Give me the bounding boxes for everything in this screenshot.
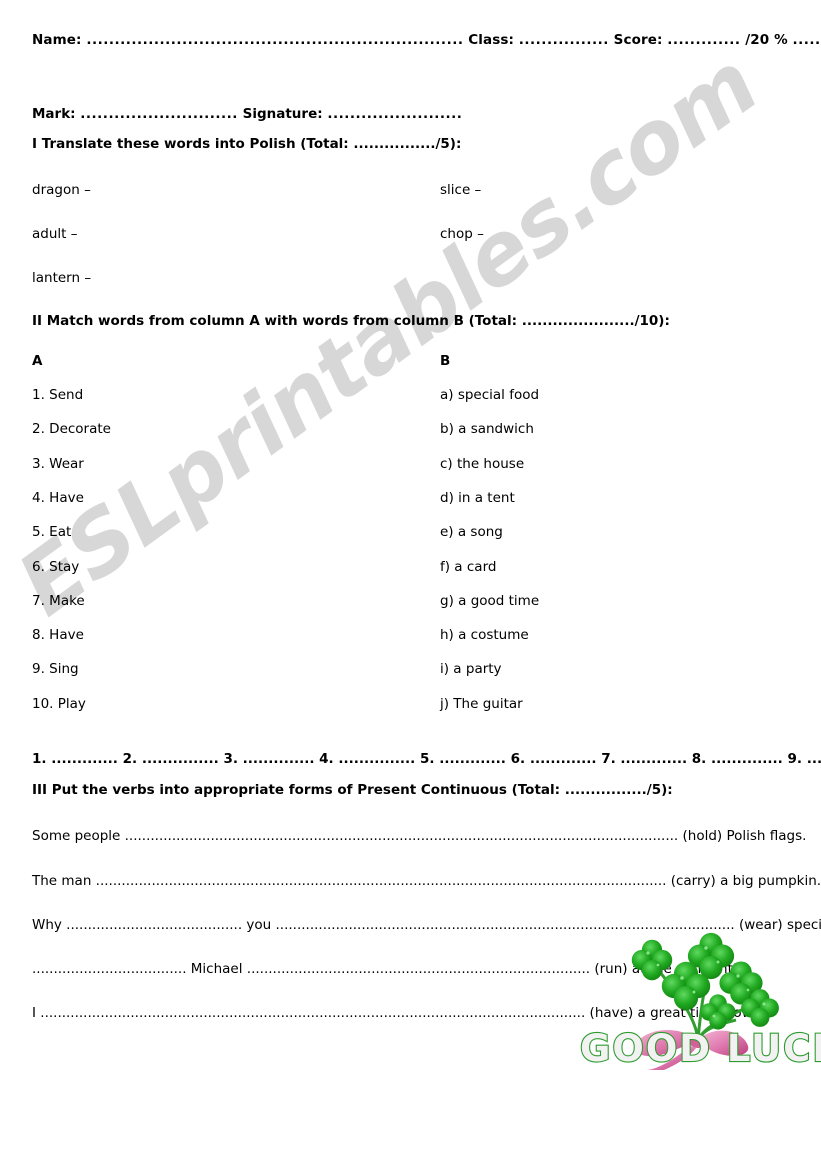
mark-label: Mark: (32, 106, 76, 122)
list-item: 8. Have (32, 627, 84, 643)
signature-blank[interactable]: ........................ (327, 106, 462, 122)
vocab-word-left-2: adult – (32, 226, 78, 242)
section-2-heading: II Match words from column A with words … (32, 313, 670, 329)
list-item: 3. Wear (32, 456, 84, 472)
score-max: /20 % (745, 32, 788, 48)
gapfill-sentence[interactable]: The man ................................… (32, 873, 821, 889)
list-item: c) the house (440, 456, 525, 472)
list-item: 4. Have (32, 490, 84, 506)
section-1-heading: I Translate these words into Polish (Tot… (32, 136, 462, 152)
list-item: b) a sandwich (440, 421, 534, 437)
list-item: 7. Make (32, 593, 85, 609)
score-label: Score: (613, 32, 663, 48)
vocab-word-left-1: dragon – (32, 182, 91, 198)
list-item: 9. Sing (32, 661, 79, 677)
gapfill-sentence[interactable]: Some people ............................… (32, 828, 806, 844)
percent-blank[interactable]: ................ (793, 32, 821, 48)
mark-signature-line: Mark: ............................ Signa… (32, 106, 462, 122)
matching-answer-line[interactable]: 1. ............. 2. ............... 3. .… (32, 751, 821, 767)
class-label: Class: (468, 32, 514, 48)
vocab-word-right-2: chop – (440, 226, 484, 242)
good-luck-text: GOOD LUCK (580, 1027, 821, 1070)
list-item: i) a party (440, 661, 502, 677)
mark-blank[interactable]: ............................ (80, 106, 238, 122)
list-item: 6. Stay (32, 559, 80, 575)
list-item: d) in a tent (440, 490, 515, 506)
class-blank[interactable]: ................ (519, 32, 609, 48)
list-item: 5. Eat (32, 524, 72, 540)
student-info-line: Name: ..................................… (32, 32, 821, 48)
list-item: e) a song (440, 524, 503, 540)
name-blank[interactable]: ........................................… (86, 32, 463, 48)
signature-label: Signature: (242, 106, 323, 122)
list-item: 1. Send (32, 387, 84, 403)
list-item: h) a costume (440, 627, 529, 643)
worksheet-page: Name: ..................................… (0, 0, 821, 1169)
vocab-word-right-1: slice – (440, 182, 482, 198)
good-luck-graphic: GOOD LUCK (578, 920, 821, 1070)
list-item: a) special food (440, 387, 540, 403)
score-blank[interactable]: ............. (667, 32, 740, 48)
list-item: 2. Decorate (32, 421, 111, 437)
list-item: j) The guitar (440, 696, 523, 712)
list-item: f) a card (440, 559, 497, 575)
column-a-header: A (32, 353, 43, 369)
vocab-word-left-3: lantern – (32, 270, 92, 286)
section-3-heading: III Put the verbs into appropriate forms… (32, 782, 673, 798)
list-item: g) a good time (440, 593, 540, 609)
list-item: 10. Play (32, 696, 86, 712)
name-label: Name: (32, 32, 82, 48)
column-b-header: B (440, 353, 451, 369)
